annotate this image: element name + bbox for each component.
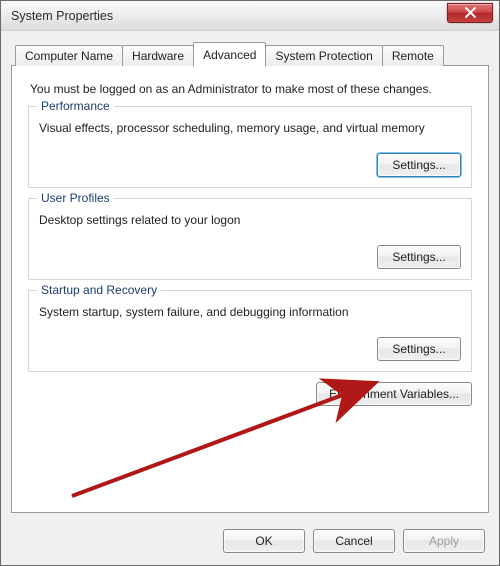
group-user-profiles-legend: User Profiles [37,191,114,205]
group-performance-desc: Visual effects, processor scheduling, me… [39,121,461,135]
tab-remote[interactable]: Remote [382,45,444,66]
tabstrip: Computer Name Hardware Advanced System P… [15,41,489,65]
group-performance: Performance Visual effects, processor sc… [28,106,472,188]
tab-advanced[interactable]: Advanced [193,42,266,67]
apply-button[interactable]: Apply [403,529,485,553]
group-startup-recovery: Startup and Recovery System startup, sys… [28,290,472,372]
window-title: System Properties [11,9,447,23]
environment-variables-button[interactable]: Environment Variables... [316,382,472,406]
group-startup-recovery-desc: System startup, system failure, and debu… [39,305,461,319]
cancel-button[interactable]: Cancel [313,529,395,553]
tab-hardware[interactable]: Hardware [122,45,194,66]
close-button[interactable] [447,3,493,23]
tab-page-advanced: You must be logged on as an Administrato… [11,65,489,513]
performance-settings-button[interactable]: Settings... [377,153,461,177]
group-performance-legend: Performance [37,99,114,113]
dialog-buttons: OK Cancel Apply [223,529,485,553]
titlebar: System Properties [1,1,499,31]
group-user-profiles: User Profiles Desktop settings related t… [28,198,472,280]
startup-recovery-settings-button[interactable]: Settings... [377,337,461,361]
system-properties-window: System Properties Computer Name Hardware… [0,0,500,566]
user-profiles-settings-button[interactable]: Settings... [377,245,461,269]
group-startup-recovery-legend: Startup and Recovery [37,283,161,297]
client-area: Computer Name Hardware Advanced System P… [1,31,499,565]
tab-system-protection[interactable]: System Protection [265,45,382,66]
intro-text: You must be logged on as an Administrato… [30,82,474,96]
close-icon [465,7,476,18]
group-user-profiles-desc: Desktop settings related to your logon [39,213,461,227]
ok-button[interactable]: OK [223,529,305,553]
tab-computer-name[interactable]: Computer Name [15,45,123,66]
